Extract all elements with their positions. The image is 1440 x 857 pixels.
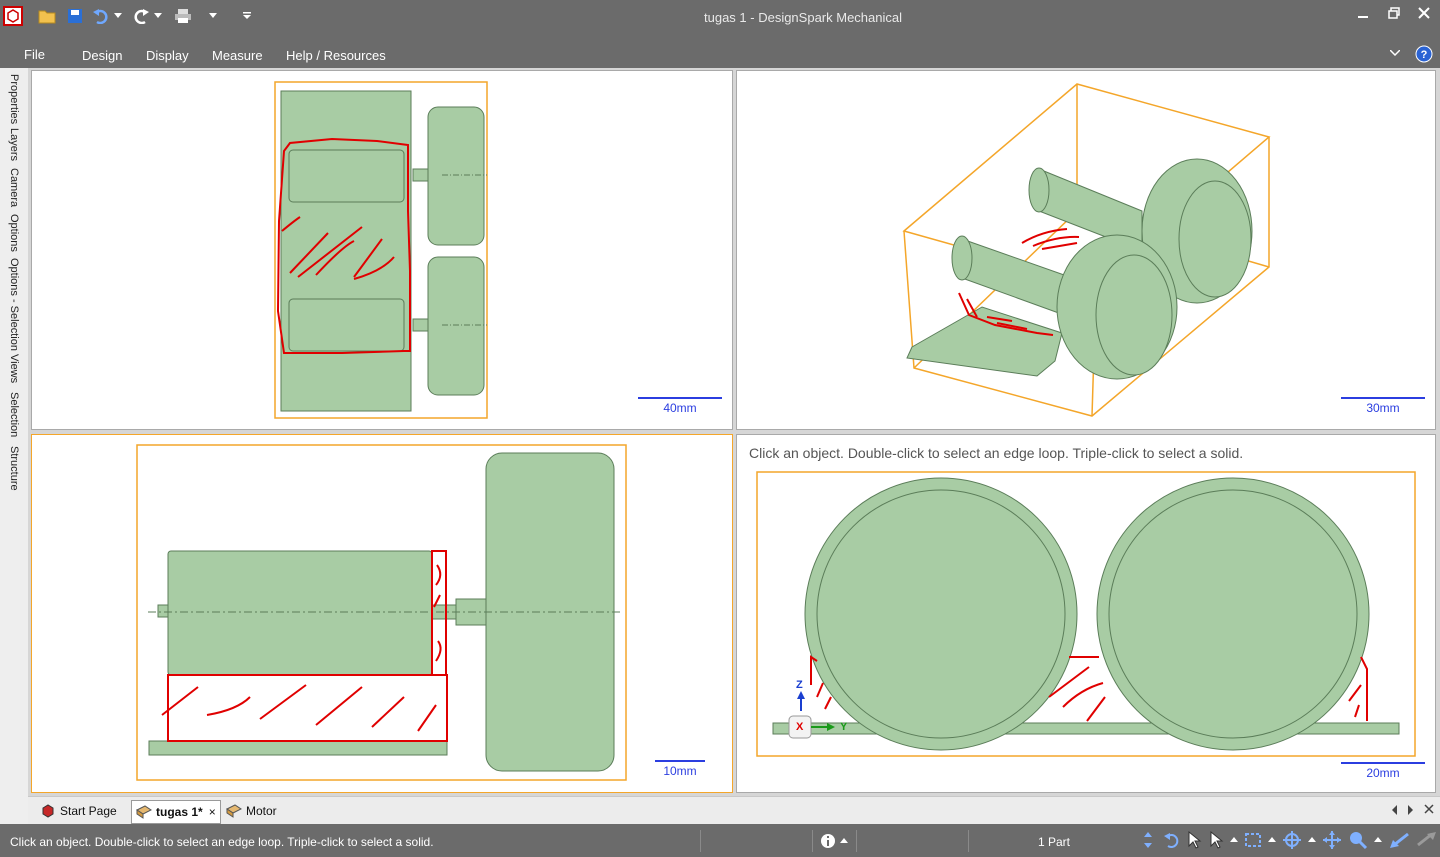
- dropdown-icon[interactable]: [1374, 837, 1382, 843]
- tab-close-all-icon[interactable]: [1424, 804, 1434, 814]
- close-icon[interactable]: [1411, 4, 1437, 22]
- tab-start-page[interactable]: Start Page: [34, 800, 123, 822]
- axis-x-label: X: [796, 721, 804, 733]
- scale-bar: 10mm: [655, 760, 705, 778]
- menu-measure[interactable]: Measure: [212, 48, 263, 63]
- tab-label: tugas 1*: [156, 805, 203, 819]
- viewport-top[interactable]: 40mm: [31, 70, 733, 430]
- isometric-view-model[interactable]: [737, 71, 1435, 429]
- status-separator: [856, 830, 857, 852]
- tab-close-icon[interactable]: ×: [209, 805, 216, 819]
- menu-file[interactable]: File: [24, 47, 45, 62]
- tab-options-selection[interactable]: Options - Selection: [8, 258, 20, 351]
- next-view-icon[interactable]: [1416, 831, 1438, 849]
- select-mode-icon[interactable]: [1208, 830, 1224, 850]
- menu-design[interactable]: Design: [82, 48, 122, 63]
- status-tools: [1140, 830, 1438, 850]
- axis-y-label: Y: [840, 721, 848, 733]
- scale-label: 40mm: [663, 401, 697, 415]
- tab-layers[interactable]: Layers: [8, 128, 20, 161]
- help-icon[interactable]: ?: [1415, 45, 1433, 63]
- tab-scroll-left-icon[interactable]: [1392, 805, 1398, 815]
- status-bar: Click an object. Double-click to select …: [0, 824, 1440, 857]
- svg-text:?: ?: [1421, 49, 1428, 61]
- scale-label: 20mm: [1366, 766, 1400, 780]
- scale-label: 10mm: [663, 764, 697, 778]
- menu-display[interactable]: Display: [146, 48, 189, 63]
- dropdown-icon[interactable]: [1268, 837, 1276, 843]
- viewport-isometric[interactable]: 30mm: [736, 70, 1436, 430]
- menu-bar: File Design Display Measure Help / Resou…: [0, 36, 1440, 66]
- tab-tugas-1[interactable]: tugas 1* ×: [131, 800, 221, 824]
- info-icon[interactable]: [820, 833, 848, 849]
- spin-icon[interactable]: [1140, 830, 1156, 850]
- tab-views[interactable]: Views: [8, 354, 20, 383]
- start-page-icon: [40, 803, 56, 819]
- tab-selection[interactable]: Selection: [8, 392, 20, 437]
- design-icon: [226, 804, 242, 818]
- dropdown-icon[interactable]: [1230, 837, 1238, 843]
- title-bar: tugas 1 - DesignSpark Mechanical: [0, 0, 1440, 36]
- minimize-icon[interactable]: [1350, 4, 1376, 22]
- viewport-side[interactable]: 10mm: [31, 434, 733, 793]
- status-separator: [812, 830, 813, 852]
- orbit-icon[interactable]: [1282, 830, 1302, 850]
- front-view-model[interactable]: [737, 435, 1435, 792]
- menu-help-resources[interactable]: Help / Resources: [286, 48, 386, 63]
- side-view-model[interactable]: [32, 435, 732, 792]
- status-separator: [700, 830, 701, 852]
- tab-structure[interactable]: Structure: [8, 446, 20, 491]
- tab-properties[interactable]: Properties: [8, 74, 20, 124]
- dropdown-icon[interactable]: [1308, 837, 1316, 843]
- scale-bar: 20mm: [1341, 762, 1425, 780]
- tab-options[interactable]: Options: [8, 214, 20, 252]
- restore-icon[interactable]: [1381, 4, 1407, 22]
- viewport-front[interactable]: Click an object. Double-click to select …: [736, 434, 1436, 793]
- tab-label: Motor: [246, 804, 277, 818]
- document-tabs: Start Page tugas 1* × Motor: [28, 796, 1440, 825]
- scale-label: 30mm: [1366, 401, 1400, 415]
- window-title: tugas 1 - DesignSpark Mechanical: [704, 10, 902, 25]
- undo-selection-icon[interactable]: [1162, 830, 1180, 850]
- design-workspace: 40mm 30mm 10mm Click an object. Double-c…: [28, 68, 1440, 796]
- tab-motor[interactable]: Motor: [222, 800, 281, 822]
- side-panel-tabs: Properties Layers Camera Options Options…: [0, 68, 29, 824]
- previous-view-icon[interactable]: [1388, 831, 1410, 849]
- tab-scroll-right-icon[interactable]: [1408, 805, 1414, 815]
- axis-z-label: Z: [796, 679, 803, 691]
- tab-camera[interactable]: Camera: [8, 168, 20, 207]
- ribbon-collapse-icon[interactable]: [1390, 50, 1400, 56]
- status-message: Click an object. Double-click to select …: [10, 835, 434, 849]
- top-view-model[interactable]: [32, 71, 732, 429]
- tab-label: Start Page: [60, 804, 117, 818]
- status-separator: [968, 830, 969, 852]
- select-cursor-icon[interactable]: [1186, 830, 1202, 850]
- scale-bar: 40mm: [638, 397, 722, 415]
- design-icon: [136, 805, 152, 819]
- zoom-icon[interactable]: [1348, 830, 1368, 850]
- part-count: 1 Part: [1038, 835, 1071, 849]
- scale-bar: 30mm: [1341, 397, 1425, 415]
- pan-icon[interactable]: [1322, 830, 1342, 850]
- box-select-icon[interactable]: [1244, 831, 1262, 849]
